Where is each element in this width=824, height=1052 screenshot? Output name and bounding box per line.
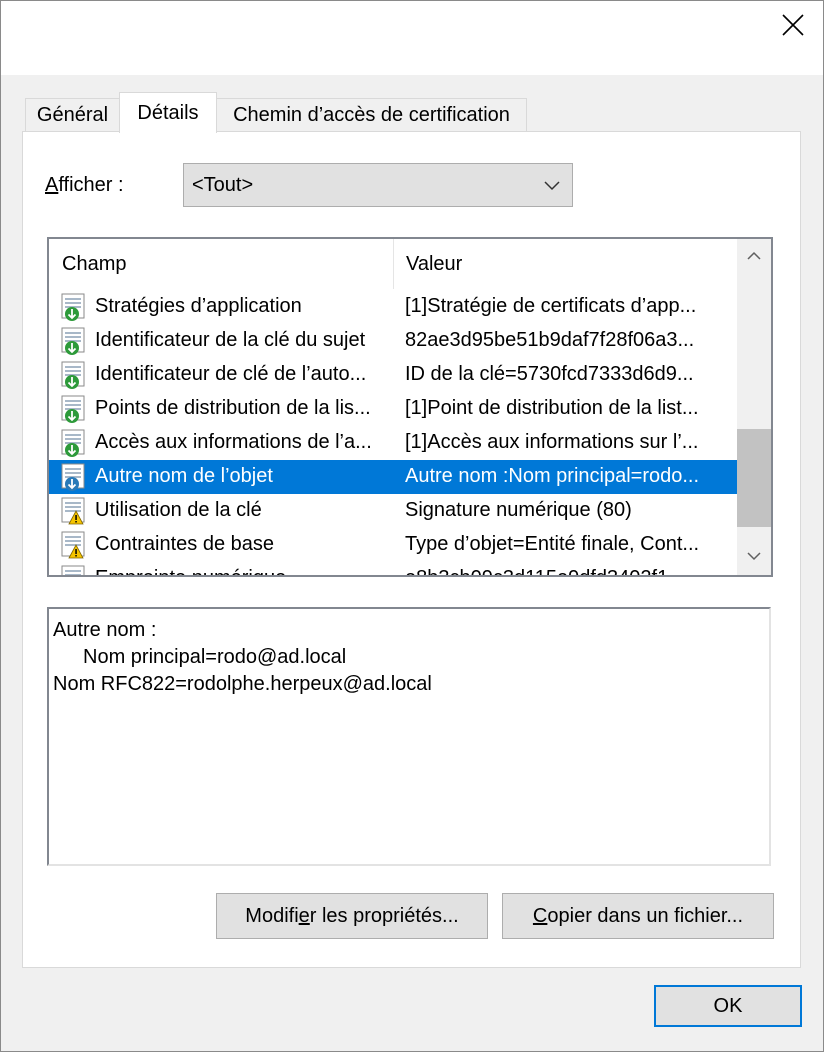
tab-details[interactable]: Détails [119, 92, 217, 133]
close-icon [782, 14, 804, 36]
ok-button-label: OK [713, 994, 743, 1017]
list-item-value: e8b3cb09c3d115e9dfd3402f1... [405, 567, 730, 575]
title-bar [1, 1, 823, 75]
cert-extension-icon [61, 327, 85, 355]
list-item-value: [1]Point de distribution de la list... [405, 397, 699, 419]
detail-line-1: Autre nom : [53, 619, 157, 641]
list-item-field: Autre nom de l’objet [95, 465, 273, 487]
edit-properties-label-a: Modifi [245, 904, 299, 927]
list-item-field: Stratégies d’application [95, 295, 302, 317]
cert-extension-icon [61, 293, 85, 321]
close-button[interactable] [775, 7, 811, 43]
list-item[interactable]: Identificateur de clé de l’auto... ID de … [49, 358, 737, 392]
show-label-text: fficher : [58, 174, 124, 196]
list-item-value: Signature numérique (80) [405, 499, 632, 521]
column-header-value[interactable]: Valeur [394, 239, 737, 289]
cert-extension-icon [61, 361, 85, 389]
list-item-field: Points de distribution de la lis... [95, 397, 371, 419]
column-header-value-label: Valeur [406, 252, 463, 275]
fields-listview[interactable]: Champ Valeur Stratégies d’application [1]… [47, 237, 773, 577]
tab-details-label: Détails [137, 101, 199, 124]
detail-line-2: Nom principal=rodo@ad.local [83, 646, 347, 668]
cert-extension-icon [61, 395, 85, 423]
chevron-up-icon [747, 251, 761, 260]
listview-scrollbar[interactable] [737, 239, 771, 575]
list-item[interactable]: Empreinte numérique e8b3cb09c3d115e9dfd34… [49, 562, 737, 575]
scroll-up-button[interactable] [737, 239, 771, 273]
list-item-field: Identificateur de clé de l’auto... [95, 363, 367, 385]
scroll-down-button[interactable] [737, 539, 771, 573]
list-item-field: Empreinte numérique [95, 567, 395, 575]
chevron-down-icon [544, 181, 560, 191]
show-select[interactable]: <Tout> [183, 163, 573, 207]
list-item[interactable]: Autre nom de l’objet Autre nom :Nom princ… [49, 460, 737, 494]
tab-certification-path-label: Chemin d’accès de certification [233, 104, 510, 126]
cert-critical-icon [61, 497, 85, 525]
list-item[interactable]: Contraintes de base Type d’objet=Entité f… [49, 528, 737, 562]
list-item-field: Utilisation de la clé [95, 499, 262, 521]
list-item-field: Identificateur de la clé du sujet [95, 329, 366, 351]
list-item[interactable]: Stratégies d’application [1]Stratégie de … [49, 290, 737, 324]
list-item[interactable]: Points de distribution de la lis... [1]Po… [49, 392, 737, 426]
edit-properties-label-b: r les propriétés... [309, 904, 459, 927]
cert-extension-icon [61, 463, 85, 491]
tab-general[interactable]: Général [25, 98, 120, 132]
list-item-value: 82ae3d95be51b9daf7f28f06a3... [405, 329, 695, 351]
list-item-value: [1]Stratégie de certificats d’app... [405, 295, 697, 317]
list-item-value: [1]Accès aux informations sur l’... [405, 431, 699, 453]
show-label-accelerator: A [45, 174, 59, 196]
column-header-field-label: Champ [62, 252, 127, 275]
show-label: Afficher : [45, 174, 124, 197]
column-header-field[interactable]: Champ [49, 239, 394, 289]
list-item[interactable]: Identificateur de la clé du sujet 82ae3d9… [49, 324, 737, 358]
edit-properties-button[interactable]: Modifi e r les propriétés... [216, 893, 488, 939]
list-item-value: ID de la clé=5730fcd7333d6d9... [405, 363, 694, 385]
scroll-thumb[interactable] [737, 429, 771, 527]
value-detail-textbox[interactable]: Autre nom : Nom principal=rodo@ad.local … [47, 607, 771, 866]
list-item-value: Autre nom :Nom principal=rodo... [405, 465, 700, 487]
ok-button[interactable]: OK [654, 985, 802, 1027]
list-item-value: Type d’objet=Entité finale, Cont... [405, 533, 700, 555]
list-item-field: Accès aux informations de l’a... [95, 431, 372, 453]
show-select-value: <Tout> [192, 173, 254, 196]
tab-certification-path[interactable]: Chemin d’accès de certification [216, 98, 527, 132]
copy-to-file-button[interactable]: Copier dans un fichier... [502, 893, 774, 939]
chevron-down-icon [747, 552, 761, 561]
copy-to-file-accelerator: C [532, 904, 548, 927]
detail-line-3: Nom RFC822=rodolphe.herpeux@ad.local [53, 673, 432, 695]
cert-critical-icon [61, 531, 85, 559]
cert-extension-icon [61, 429, 85, 457]
tab-general-label: Général [36, 104, 109, 126]
list-item[interactable]: Utilisation de la clé Signature numérique… [49, 494, 737, 528]
cert-field-icon [61, 565, 85, 575]
copy-to-file-label: opier dans un fichier... [547, 904, 744, 927]
list-item[interactable]: Accès aux informations de l’a... [1]Accès… [49, 426, 737, 460]
edit-properties-accelerator: e [298, 904, 310, 927]
listview-header: Champ Valeur [49, 239, 737, 289]
list-item-field: Contraintes de base [95, 533, 275, 555]
